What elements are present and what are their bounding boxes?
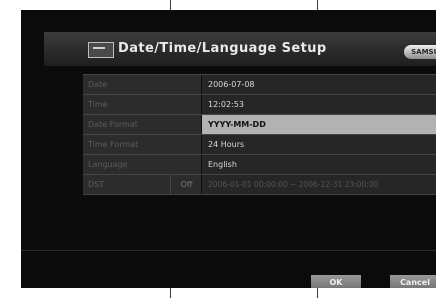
row-time[interactable]: Time 12:02:53 — [83, 95, 436, 115]
row-time-format[interactable]: Time Format 24 Hours — [83, 135, 436, 155]
dst-label-text: DST — [88, 180, 105, 189]
setup-monitor-icon — [88, 42, 114, 58]
dst-label: DST Off — [83, 175, 201, 194]
title-bar: Date/Time/Language Setup SAMSUNG — [44, 32, 436, 66]
dst-range-value: 2006-01-01 00:00:00 ~ 2006-12-31 23:00:0… — [202, 175, 436, 194]
date-format-value[interactable]: YYYY-MM-DD — [202, 115, 436, 134]
time-format-value[interactable]: 24 Hours — [202, 135, 436, 154]
settings-table: Date 2006-07-08 Time 12:02:53 Date Forma… — [83, 74, 436, 195]
row-date-format[interactable]: Date Format YYYY-MM-DD — [83, 115, 436, 135]
date-format-label: Date Format — [83, 115, 201, 134]
time-label: Time — [83, 95, 201, 114]
row-language[interactable]: Language English — [83, 155, 436, 175]
time-value[interactable]: 12:02:53 — [202, 95, 436, 114]
date-value[interactable]: 2006-07-08 — [202, 75, 436, 94]
setup-screen: Date/Time/Language Setup SAMSUNG Date 20… — [21, 10, 436, 288]
page-title: Date/Time/Language Setup — [118, 41, 327, 56]
row-date[interactable]: Date 2006-07-08 — [83, 75, 436, 95]
brand-logo: SAMSUNG — [404, 45, 436, 59]
cancel-button[interactable]: Cancel — [390, 275, 436, 288]
language-label: Language — [83, 155, 201, 174]
ok-button[interactable]: OK — [311, 275, 361, 288]
language-value[interactable]: English — [202, 155, 436, 174]
guide-line-horizontal — [21, 250, 436, 251]
dst-state-toggle[interactable]: Off — [170, 175, 202, 194]
row-dst[interactable]: DST Off 2006-01-01 00:00:00 ~ 2006-12-31… — [83, 175, 436, 195]
date-label: Date — [83, 75, 201, 94]
time-format-label: Time Format — [83, 135, 201, 154]
dst-range-text: 2006-01-01 00:00:00 ~ 2006-12-31 23:00:0… — [208, 180, 379, 189]
